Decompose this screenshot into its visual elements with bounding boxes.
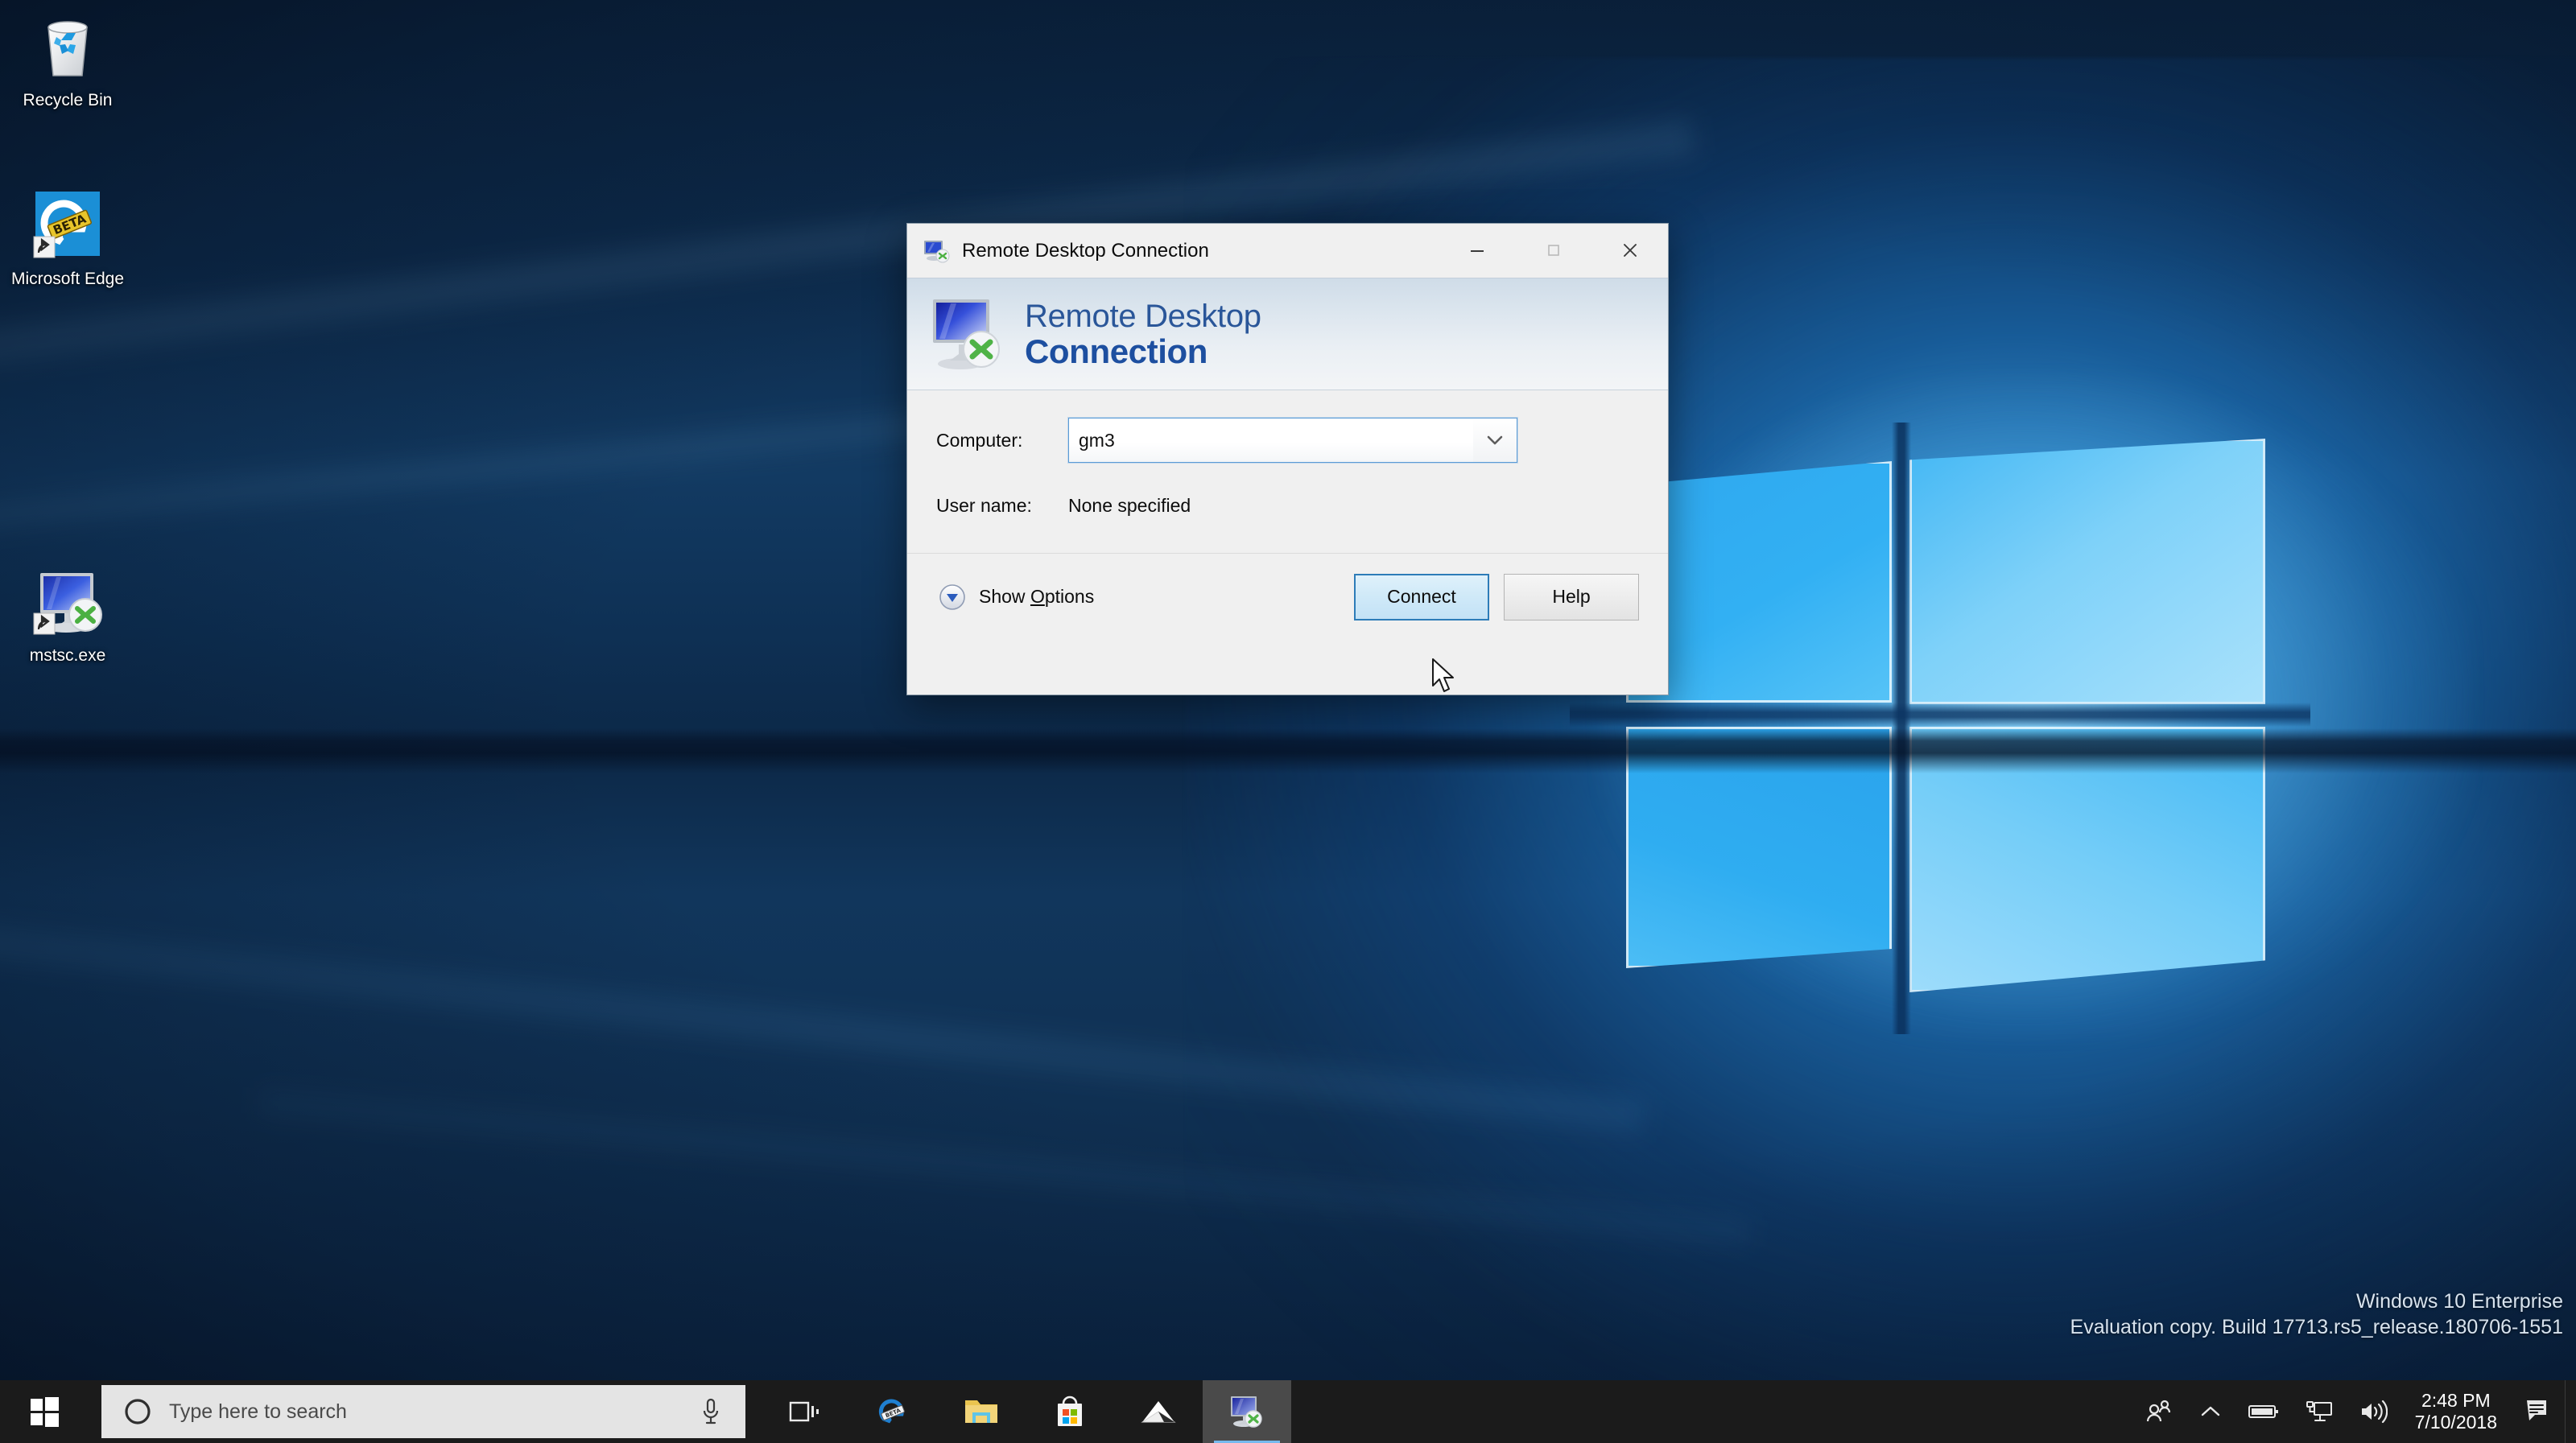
clock-time: 2:48 PM — [2421, 1390, 2491, 1411]
computer-input[interactable]: gm3 — [1069, 418, 1473, 462]
cortana-circle-icon — [122, 1396, 153, 1427]
action-center-icon[interactable] — [2512, 1380, 2565, 1443]
svg-text:BETA: BETA — [885, 1407, 902, 1419]
remote-desktop-logo — [928, 295, 1012, 373]
people-icon[interactable] — [2132, 1380, 2186, 1443]
volume-icon[interactable] — [2346, 1380, 2401, 1443]
dialog-body: Computer: gm3 User name: None specified … — [907, 390, 1668, 640]
show-options-accel: O — [1030, 586, 1045, 607]
task-view-icon — [789, 1401, 819, 1422]
dialog-footer: Show Options Connect Help — [907, 553, 1668, 640]
show-options-text-pre: Show — [979, 586, 1030, 607]
taskbar-button-microsoft-store[interactable] — [1026, 1380, 1114, 1443]
username-label: User name: — [936, 495, 1032, 516]
system-tray[interactable]: 2:48 PM 7/10/2018 — [2132, 1380, 2576, 1443]
wallpaper-vignette — [0, 0, 2576, 1443]
help-button[interactable]: Help — [1504, 573, 1639, 620]
taskbar-button-task-view[interactable] — [760, 1380, 848, 1443]
dialog-header-banner: Remote Desktop Connection — [907, 278, 1668, 390]
computer-label: Computer: — [936, 429, 1023, 451]
chevron-up-icon[interactable] — [2186, 1380, 2235, 1443]
search-placeholder: Type here to search — [169, 1400, 347, 1423]
close-icon — [1623, 244, 1637, 257]
show-options-label: Show Options — [979, 586, 1094, 608]
desktop-icon-microsoft-edge[interactable]: BETA Microsoft Edge — [0, 187, 135, 289]
start-button[interactable] — [0, 1380, 89, 1443]
recycle-bin-icon — [29, 8, 106, 85]
username-value: None specified — [1068, 495, 1191, 516]
edge-beta-icon: BETA — [878, 1399, 905, 1424]
search-input[interactable]: Type here to search — [101, 1385, 745, 1438]
store-bag-icon — [1058, 1396, 1082, 1426]
minimize-button[interactable] — [1439, 224, 1515, 277]
taskbar-button-remote-desktop[interactable] — [1203, 1380, 1291, 1443]
watermark-edition: Windows 10 Enterprise — [2355, 1290, 2563, 1313]
microphone-icon[interactable] — [699, 1397, 723, 1426]
envelope-icon — [1141, 1401, 1176, 1423]
close-button[interactable] — [1591, 224, 1668, 277]
desktop-icon-label: mstsc.exe — [29, 646, 106, 665]
desktop[interactable]: Recycle Bin BETA Microsoft Edge mstsc.ex… — [0, 0, 2576, 1443]
computer-row: Computer: gm3 — [936, 418, 1639, 463]
chevron-down-icon[interactable] — [1473, 418, 1517, 462]
remote-desktop-icon — [1231, 1396, 1262, 1428]
show-options-button[interactable]: Show Options — [936, 581, 1094, 613]
show-desktop-button[interactable] — [2565, 1380, 2576, 1443]
clock-date: 7/10/2018 — [2414, 1412, 2497, 1433]
desktop-icon-recycle-bin[interactable]: Recycle Bin — [0, 8, 135, 110]
watermark-build: Evaluation copy. Build 17713.rs5_release… — [2070, 1316, 2563, 1338]
network-icon[interactable] — [2293, 1380, 2346, 1443]
taskbar[interactable]: Type here to search BETA 2:48 PM 7/10/20… — [0, 1380, 2576, 1443]
taskbar-button-microsoft-edge[interactable]: BETA — [848, 1380, 937, 1443]
window-titlebar[interactable]: Remote Desktop Connection — [907, 224, 1668, 278]
taskbar-button-file-explorer[interactable] — [937, 1380, 1026, 1443]
maximize-icon — [1547, 245, 1559, 256]
expander-down-icon — [936, 581, 968, 613]
dialog-header-line1: Remote Desktop — [1025, 298, 1261, 334]
folder-icon — [965, 1400, 997, 1423]
remote-desktop-connection-window[interactable]: Remote Desktop Connection Remote Desktop… — [906, 223, 1669, 695]
desktop-icon-label: Microsoft Edge — [10, 270, 125, 288]
window-controls[interactable] — [1439, 224, 1668, 277]
username-row: User name: None specified — [936, 495, 1639, 517]
edge-beta-icon: BETA — [29, 187, 106, 264]
desktop-icon-mstsc[interactable]: mstsc.exe — [0, 563, 135, 666]
taskbar-button-mail[interactable] — [1114, 1380, 1203, 1443]
maximize-button[interactable] — [1515, 224, 1591, 277]
computer-combobox[interactable]: gm3 — [1068, 418, 1517, 463]
remote-desktop-icon — [923, 239, 951, 263]
remote-desktop-icon — [29, 563, 106, 641]
show-options-text-post: ptions — [1044, 586, 1095, 607]
battery-icon[interactable] — [2235, 1380, 2293, 1443]
minimize-icon — [1470, 250, 1484, 252]
window-title: Remote Desktop Connection — [962, 239, 1209, 262]
windows-activation-watermark: Windows 10 Enterprise Evaluation copy. B… — [2070, 1288, 2563, 1340]
windows-logo-icon — [31, 1397, 59, 1427]
dialog-header-line2: Connection — [1025, 332, 1208, 370]
taskbar-app-buttons[interactable]: BETA — [760, 1380, 1291, 1443]
connect-button[interactable]: Connect — [1354, 573, 1489, 620]
taskbar-clock[interactable]: 2:48 PM 7/10/2018 — [2401, 1380, 2512, 1443]
desktop-icon-label: Recycle Bin — [23, 91, 113, 109]
